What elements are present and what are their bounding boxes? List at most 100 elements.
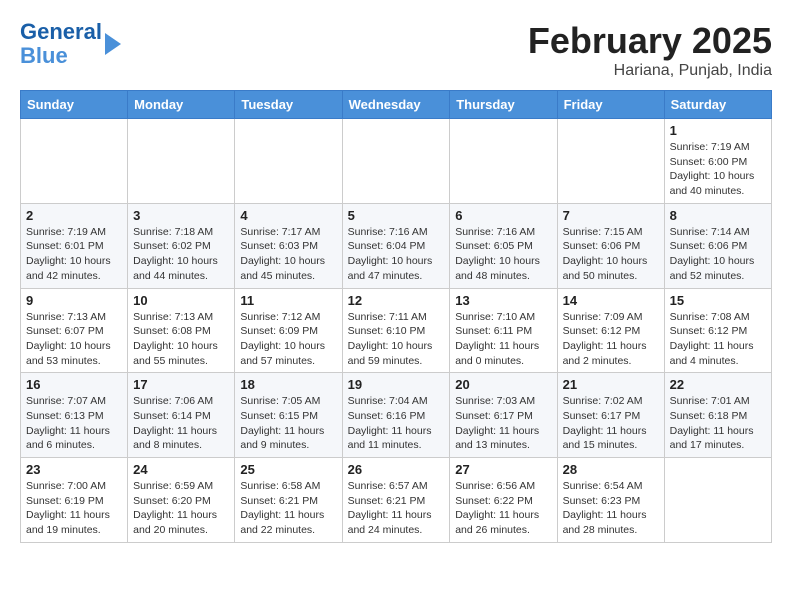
- weekday-header-sunday: Sunday: [21, 91, 128, 119]
- calendar-cell: 11 Sunrise: 7:12 AM Sunset: 6:09 PM Dayli…: [235, 288, 342, 373]
- calendar-cell: 7Sunrise: 7:15 AM Sunset: 6:06 PM Daylig…: [557, 203, 664, 288]
- day-info: Sunrise: 7:10 AM Sunset: 6:11 PM Dayligh…: [455, 310, 551, 369]
- weekday-header-thursday: Thursday: [450, 91, 557, 119]
- day-info: Sunrise: 7:06 AM Sunset: 6:14 PM Dayligh…: [133, 394, 229, 453]
- calendar-cell: 23Sunrise: 7:00 AM Sunset: 6:19 PM Dayli…: [21, 458, 128, 543]
- calendar-cell: 20 Sunrise: 7:03 AM Sunset: 6:17 PM Dayli…: [450, 373, 557, 458]
- day-number: 16: [26, 377, 122, 392]
- page-header: General Blue February 2025 Hariana, Punj…: [20, 20, 772, 80]
- day-info: Sunrise: 7:03 AM Sunset: 6:17 PM Dayligh…: [455, 394, 551, 453]
- day-number: 13: [455, 293, 551, 308]
- calendar-cell: [21, 119, 128, 204]
- day-number: 4: [240, 208, 336, 223]
- title-block: February 2025 Hariana, Punjab, India: [528, 20, 772, 80]
- day-number: 26: [348, 462, 445, 477]
- weekday-header-friday: Friday: [557, 91, 664, 119]
- calendar-cell: 10 Sunrise: 7:13 AM Sunset: 6:08 PM Dayli…: [128, 288, 235, 373]
- day-info: Sunrise: 7:18 AM Sunset: 6:02 PM Dayligh…: [133, 225, 229, 284]
- calendar-cell: [450, 119, 557, 204]
- calendar-cell: 16Sunrise: 7:07 AM Sunset: 6:13 PM Dayli…: [21, 373, 128, 458]
- day-info: Sunrise: 7:13 AM Sunset: 6:08 PM Dayligh…: [133, 310, 229, 369]
- calendar-cell: 17 Sunrise: 7:06 AM Sunset: 6:14 PM Dayli…: [128, 373, 235, 458]
- calendar-cell: 3 Sunrise: 7:18 AM Sunset: 6:02 PM Daylig…: [128, 203, 235, 288]
- day-number: 19: [348, 377, 445, 392]
- subtitle: Hariana, Punjab, India: [528, 62, 772, 80]
- day-info: Sunrise: 7:01 AM Sunset: 6:18 PM Dayligh…: [670, 394, 766, 453]
- weekday-header-monday: Monday: [128, 91, 235, 119]
- day-number: 24: [133, 462, 229, 477]
- day-number: 14: [563, 293, 659, 308]
- weekday-header-wednesday: Wednesday: [342, 91, 450, 119]
- logo: General Blue: [20, 20, 121, 68]
- day-number: 18: [240, 377, 336, 392]
- calendar-cell: 26 Sunrise: 6:57 AM Sunset: 6:21 PM Dayli…: [342, 458, 450, 543]
- calendar-cell: 12 Sunrise: 7:11 AM Sunset: 6:10 PM Dayli…: [342, 288, 450, 373]
- calendar-cell: 9 Sunrise: 7:13 AM Sunset: 6:07 PM Daylig…: [21, 288, 128, 373]
- logo-blue: Blue: [20, 43, 68, 68]
- day-info: Sunrise: 6:58 AM Sunset: 6:21 PM Dayligh…: [240, 479, 336, 538]
- calendar-cell: [128, 119, 235, 204]
- day-number: 1: [670, 123, 766, 138]
- day-number: 6: [455, 208, 551, 223]
- calendar-cell: 4 Sunrise: 7:17 AM Sunset: 6:03 PM Daylig…: [235, 203, 342, 288]
- calendar-cell: 1 Sunrise: 7:19 AM Sunset: 6:00 PM Daylig…: [664, 119, 771, 204]
- calendar-table: SundayMondayTuesdayWednesdayThursdayFrid…: [20, 90, 772, 543]
- day-info: Sunrise: 7:19 AM Sunset: 6:01 PM Dayligh…: [26, 225, 122, 284]
- day-info: Sunrise: 7:04 AM Sunset: 6:16 PM Dayligh…: [348, 394, 445, 453]
- logo-text: General Blue: [20, 20, 121, 68]
- day-info: Sunrise: 7:16 AM Sunset: 6:05 PM Dayligh…: [455, 225, 551, 284]
- calendar-header-row: SundayMondayTuesdayWednesdayThursdayFrid…: [21, 91, 772, 119]
- day-info: Sunrise: 7:12 AM Sunset: 6:09 PM Dayligh…: [240, 310, 336, 369]
- calendar-cell: [557, 119, 664, 204]
- day-number: 27: [455, 462, 551, 477]
- day-number: 3: [133, 208, 229, 223]
- day-number: 11: [240, 293, 336, 308]
- weekday-header-tuesday: Tuesday: [235, 91, 342, 119]
- calendar-week-row: 16Sunrise: 7:07 AM Sunset: 6:13 PM Dayli…: [21, 373, 772, 458]
- calendar-cell: 5 Sunrise: 7:16 AM Sunset: 6:04 PM Daylig…: [342, 203, 450, 288]
- calendar-cell: 22 Sunrise: 7:01 AM Sunset: 6:18 PM Dayli…: [664, 373, 771, 458]
- calendar-cell: 27 Sunrise: 6:56 AM Sunset: 6:22 PM Dayli…: [450, 458, 557, 543]
- calendar-cell: 28Sunrise: 6:54 AM Sunset: 6:23 PM Dayli…: [557, 458, 664, 543]
- day-number: 25: [240, 462, 336, 477]
- calendar-cell: 15Sunrise: 7:08 AM Sunset: 6:12 PM Dayli…: [664, 288, 771, 373]
- weekday-header-saturday: Saturday: [664, 91, 771, 119]
- day-info: Sunrise: 6:54 AM Sunset: 6:23 PM Dayligh…: [563, 479, 659, 538]
- calendar-cell: 24 Sunrise: 6:59 AM Sunset: 6:20 PM Dayli…: [128, 458, 235, 543]
- calendar-cell: [342, 119, 450, 204]
- day-number: 17: [133, 377, 229, 392]
- day-number: 10: [133, 293, 229, 308]
- day-info: Sunrise: 7:13 AM Sunset: 6:07 PM Dayligh…: [26, 310, 122, 369]
- calendar-cell: 8Sunrise: 7:14 AM Sunset: 6:06 PM Daylig…: [664, 203, 771, 288]
- calendar-week-row: 23Sunrise: 7:00 AM Sunset: 6:19 PM Dayli…: [21, 458, 772, 543]
- day-number: 20: [455, 377, 551, 392]
- logo-general: General: [20, 19, 102, 44]
- day-info: Sunrise: 6:57 AM Sunset: 6:21 PM Dayligh…: [348, 479, 445, 538]
- calendar-cell: 2 Sunrise: 7:19 AM Sunset: 6:01 PM Daylig…: [21, 203, 128, 288]
- calendar-cell: 19 Sunrise: 7:04 AM Sunset: 6:16 PM Dayli…: [342, 373, 450, 458]
- calendar-cell: [664, 458, 771, 543]
- calendar-week-row: 1 Sunrise: 7:19 AM Sunset: 6:00 PM Daylig…: [21, 119, 772, 204]
- day-info: Sunrise: 7:17 AM Sunset: 6:03 PM Dayligh…: [240, 225, 336, 284]
- logo-arrow-icon: [105, 33, 121, 55]
- day-number: 5: [348, 208, 445, 223]
- day-info: Sunrise: 6:59 AM Sunset: 6:20 PM Dayligh…: [133, 479, 229, 538]
- day-info: Sunrise: 6:56 AM Sunset: 6:22 PM Dayligh…: [455, 479, 551, 538]
- day-info: Sunrise: 7:02 AM Sunset: 6:17 PM Dayligh…: [563, 394, 659, 453]
- day-info: Sunrise: 7:19 AM Sunset: 6:00 PM Dayligh…: [670, 140, 766, 199]
- day-info: Sunrise: 7:09 AM Sunset: 6:12 PM Dayligh…: [563, 310, 659, 369]
- day-info: Sunrise: 7:11 AM Sunset: 6:10 PM Dayligh…: [348, 310, 445, 369]
- day-number: 2: [26, 208, 122, 223]
- day-number: 22: [670, 377, 766, 392]
- day-number: 12: [348, 293, 445, 308]
- day-info: Sunrise: 7:05 AM Sunset: 6:15 PM Dayligh…: [240, 394, 336, 453]
- day-number: 9: [26, 293, 122, 308]
- calendar-body: 1 Sunrise: 7:19 AM Sunset: 6:00 PM Daylig…: [21, 119, 772, 543]
- calendar-cell: 21Sunrise: 7:02 AM Sunset: 6:17 PM Dayli…: [557, 373, 664, 458]
- calendar-week-row: 2 Sunrise: 7:19 AM Sunset: 6:01 PM Daylig…: [21, 203, 772, 288]
- calendar-cell: 25 Sunrise: 6:58 AM Sunset: 6:21 PM Dayli…: [235, 458, 342, 543]
- calendar-cell: 14 Sunrise: 7:09 AM Sunset: 6:12 PM Dayli…: [557, 288, 664, 373]
- day-info: Sunrise: 7:14 AM Sunset: 6:06 PM Dayligh…: [670, 225, 766, 284]
- calendar-week-row: 9 Sunrise: 7:13 AM Sunset: 6:07 PM Daylig…: [21, 288, 772, 373]
- day-info: Sunrise: 7:16 AM Sunset: 6:04 PM Dayligh…: [348, 225, 445, 284]
